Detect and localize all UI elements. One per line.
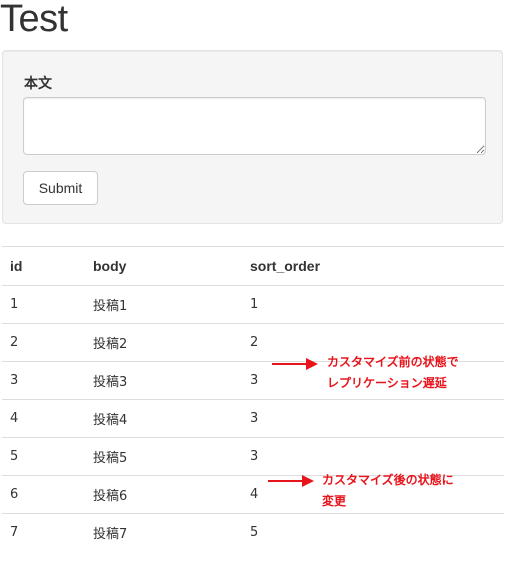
cell-id: 5 (2, 437, 85, 476)
cell-id: 2 (2, 323, 85, 362)
table-row: 1 投稿1 1 (2, 285, 504, 324)
column-header-id: id (2, 246, 85, 286)
cell-sort-order: 1 (242, 285, 504, 324)
body-textarea[interactable] (23, 97, 486, 155)
annotation-text-line: カスタマイズ前の状態で (327, 355, 459, 369)
table-row: 4 投稿4 3 (2, 399, 504, 438)
cell-body: 投稿4 (85, 399, 242, 438)
cell-body: 投稿6 (85, 475, 242, 514)
annotation-text-line: カスタマイズ後の状態に (322, 473, 454, 487)
annotation-text-line: レプリケーション遅延 (327, 376, 447, 390)
cell-body: 投稿7 (85, 513, 242, 552)
cell-sort-order: 5 (242, 513, 504, 552)
cell-sort-order: 3 (242, 399, 504, 438)
annotation-text-line: 変更 (322, 494, 347, 508)
annotation-arrow-1 (272, 358, 318, 370)
post-form: 本文 Submit (2, 50, 503, 224)
annotation-arrow-2 (268, 475, 314, 487)
cell-body: 投稿1 (85, 285, 242, 324)
page-title: Test (0, 0, 68, 40)
cell-body: 投稿3 (85, 361, 242, 400)
body-field-label: 本文 (24, 76, 52, 92)
cell-body: 投稿2 (85, 323, 242, 362)
annotation-after-customization: カスタマイズ後の状態に 変更 (322, 470, 454, 512)
cell-body: 投稿5 (85, 437, 242, 476)
column-header-sort-order: sort_order (242, 246, 504, 286)
cell-id: 7 (2, 513, 85, 552)
table-header-row: id body sort_order (2, 246, 504, 286)
table-row: 7 投稿7 5 (2, 513, 504, 552)
cell-id: 4 (2, 399, 85, 438)
submit-button[interactable]: Submit (23, 171, 98, 205)
column-header-body: body (85, 246, 242, 286)
cell-id: 6 (2, 475, 85, 514)
cell-id: 1 (2, 285, 85, 324)
cell-id: 3 (2, 361, 85, 400)
annotation-before-customization: カスタマイズ前の状態で レプリケーション遅延 (327, 352, 459, 394)
